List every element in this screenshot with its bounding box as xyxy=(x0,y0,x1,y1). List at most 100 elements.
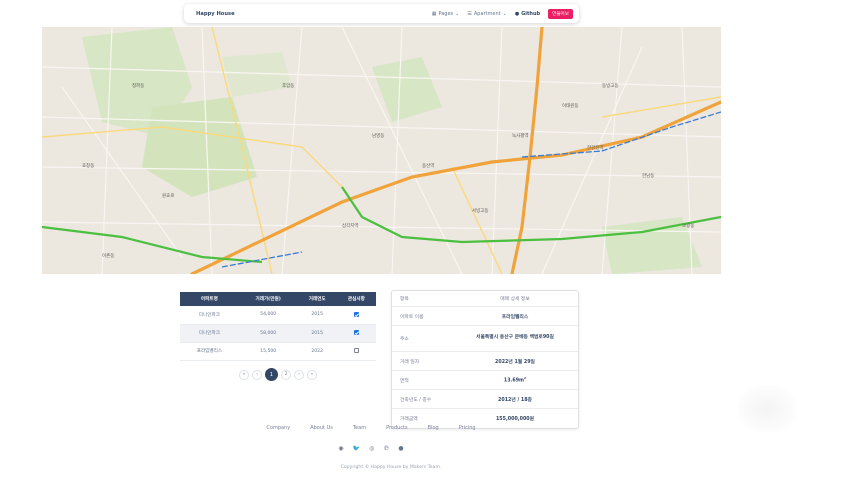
login-button[interactable]: 만들어보 xyxy=(548,8,573,19)
grid-icon: ▦ xyxy=(431,10,437,17)
dribbble-icon[interactable]: ◉ xyxy=(338,445,343,452)
prev-page-button[interactable]: ‹ xyxy=(252,369,262,380)
footer-link-blog[interactable]: Blog xyxy=(428,425,439,431)
nav-apartment-label: Apartment xyxy=(473,10,501,17)
map-canvas[interactable]: 용산역 이태원동한남동 후암동남영동원효로보광동 서빙고동 동빙고동한강진역삼각지역 녹사… xyxy=(42,27,721,274)
detail-value: 155,000,000원 xyxy=(495,417,535,422)
map-place-label: 이촌동 xyxy=(102,252,114,259)
nav-menu: ▦ Pages ⌄ ☰ Apartment ⌄ ● Github 만들어보 xyxy=(432,8,573,19)
map-place-label: 원효로 xyxy=(162,192,174,199)
footer-links: Company About Us Team Products Blog Pric… xyxy=(0,425,742,431)
map-place-label: 한남동 xyxy=(642,172,654,179)
apartment-name-cell: 다나인파크 xyxy=(180,324,239,343)
detail-value: 서울특별시 용산구 문배동 백범로90길 xyxy=(476,335,554,341)
apartment-name-cell: 다나인파크 xyxy=(180,306,239,325)
detail-header-label: 항목 xyxy=(400,297,409,302)
pinterest-icon[interactable]: ℗ xyxy=(383,445,389,452)
table-row[interactable]: 다나인파크 54,000 2015 xyxy=(180,306,376,325)
area-unit-superscript: 2 xyxy=(524,376,527,381)
area-value: 13.69m xyxy=(503,378,525,384)
map-place-label: 삼각지역 xyxy=(342,222,359,229)
brand-logo[interactable]: Happy House xyxy=(196,11,235,17)
interest-cell xyxy=(336,342,376,361)
twitter-icon[interactable]: 🐦 xyxy=(353,445,360,452)
map-place-label: 동빙고동 xyxy=(602,82,619,89)
column-header[interactable]: 관심사항 xyxy=(336,292,376,306)
nav-apartment-dropdown[interactable]: ☰ Apartment ⌄ xyxy=(467,11,506,17)
interest-cell xyxy=(336,324,376,343)
detail-row: 아파트 이름 프라임벨리스 xyxy=(392,307,578,326)
detail-label: 거래금액 xyxy=(400,417,418,422)
table-row[interactable]: 프라임벨리스 15,500 2022 xyxy=(180,342,376,361)
map-place-label: 이태원동 xyxy=(562,102,579,109)
price-cell: 58,000 xyxy=(238,324,298,343)
copyright-text: Copyright © Happy House by Makers Team. xyxy=(340,465,442,470)
detail-label: 아파트 이름 xyxy=(400,314,424,320)
github-icon: ● xyxy=(514,10,520,17)
column-header[interactable]: 아파트명 xyxy=(180,292,239,306)
footer-link-products[interactable]: Products xyxy=(386,425,408,431)
price-cell: 15,500 xyxy=(238,342,298,361)
next-page-button[interactable]: › xyxy=(294,369,304,380)
map-place-label: 용산역 xyxy=(422,162,434,169)
year-cell: 2015 xyxy=(297,306,337,325)
map-place-label: 서빙고동 xyxy=(472,207,489,214)
map-place-label: 한강진역 xyxy=(587,144,604,151)
apartment-name-cell: 프라임벨리스 xyxy=(180,342,239,361)
detail-value: 프라임벨리스 xyxy=(501,314,529,320)
footer-link-team[interactable]: Team xyxy=(353,425,366,431)
nav-github-label: Github xyxy=(521,10,541,17)
column-header[interactable]: 거래가(만원) xyxy=(238,292,298,306)
page-2-button[interactable]: 2 xyxy=(281,369,291,380)
chevron-down-icon: ⌄ xyxy=(502,10,507,17)
detail-row: 주소 서울특별시 용산구 문배동 백범로90길 xyxy=(392,326,578,352)
table-header-row: 아파트명 거래가(만원) 거래연도 관심사항 xyxy=(180,292,376,306)
detail-value: 13.69m2 xyxy=(452,376,578,384)
price-cell: 54,000 xyxy=(238,306,298,325)
map-view[interactable]: 용산역 이태원동한남동 후암동남영동원효로보광동 서빙고동 동빙고동한강진역삼각지역 녹사… xyxy=(42,27,721,274)
nav-pages-dropdown[interactable]: ▦ Pages ⌄ xyxy=(432,11,460,17)
detail-label: 주소 xyxy=(400,337,409,342)
last-page-button[interactable]: » xyxy=(307,369,317,380)
map-place-label: 남영동 xyxy=(372,132,384,139)
year-cell: 2022 xyxy=(297,342,337,361)
detail-value: 2012년 / 18층 xyxy=(498,397,532,403)
footer-link-pricing[interactable]: Pricing xyxy=(459,425,476,431)
deal-detail-card: 항목 매매 상세 정보 아파트 이름 프라임벨리스 주소 서울특별시 용산구 문… xyxy=(391,290,579,429)
interest-checkbox[interactable] xyxy=(353,330,359,335)
detail-row: 면적 13.69m2 xyxy=(392,371,578,390)
footer-link-company[interactable]: Company xyxy=(266,425,290,431)
detail-header-row: 항목 매매 상세 정보 xyxy=(392,291,578,307)
chevron-down-icon: ⌄ xyxy=(455,10,460,17)
pagination: « ‹ 1 2 › » xyxy=(239,368,317,381)
detail-value: 2022년 1월 29일 xyxy=(495,359,535,365)
navbar: Happy House ▦ Pages ⌄ ☰ Apartment ⌄ ● Gi… xyxy=(184,4,579,23)
map-place-label: 보광동 xyxy=(682,222,694,229)
map-place-label: 효창동 xyxy=(82,162,94,169)
github-icon[interactable]: ● xyxy=(398,445,403,452)
detail-label: 건축년도 / 층수 xyxy=(400,397,432,403)
first-page-button[interactable]: « xyxy=(239,369,249,380)
page-1-button[interactable]: 1 xyxy=(265,368,278,381)
detail-header-title: 매매 상세 정보 xyxy=(500,297,530,302)
interest-checkbox[interactable] xyxy=(353,348,359,353)
detail-label: 면적 xyxy=(400,378,409,384)
year-cell: 2015 xyxy=(297,324,337,343)
interest-cell xyxy=(336,306,376,325)
map-place-label: 청파동 xyxy=(132,82,144,89)
detail-row: 거래 일자 2022년 1월 29일 xyxy=(392,352,578,371)
detail-row: 건축년도 / 층수 2012년 / 18층 xyxy=(392,390,578,409)
table-row[interactable]: 다나인파크 58,000 2015 xyxy=(180,324,376,343)
background-smudge xyxy=(737,385,797,433)
map-place-label: 후암동 xyxy=(282,82,294,89)
apartment-table: 아파트명 거래가(만원) 거래연도 관심사항 다나인파크 54,000 2015… xyxy=(180,292,376,361)
footer-social-icons: ◉ 🐦 ◎ ℗ ● xyxy=(0,445,742,452)
column-header[interactable]: 거래연도 xyxy=(297,292,337,306)
footer-link-about[interactable]: About Us xyxy=(310,425,333,431)
interest-checkbox[interactable] xyxy=(353,311,359,317)
nav-github-link[interactable]: ● Github xyxy=(515,11,540,17)
list-icon: ☰ xyxy=(467,10,472,17)
detail-label: 거래 일자 xyxy=(400,359,420,365)
map-place-label: 녹사평역 xyxy=(512,132,529,139)
instagram-icon[interactable]: ◎ xyxy=(369,445,374,452)
